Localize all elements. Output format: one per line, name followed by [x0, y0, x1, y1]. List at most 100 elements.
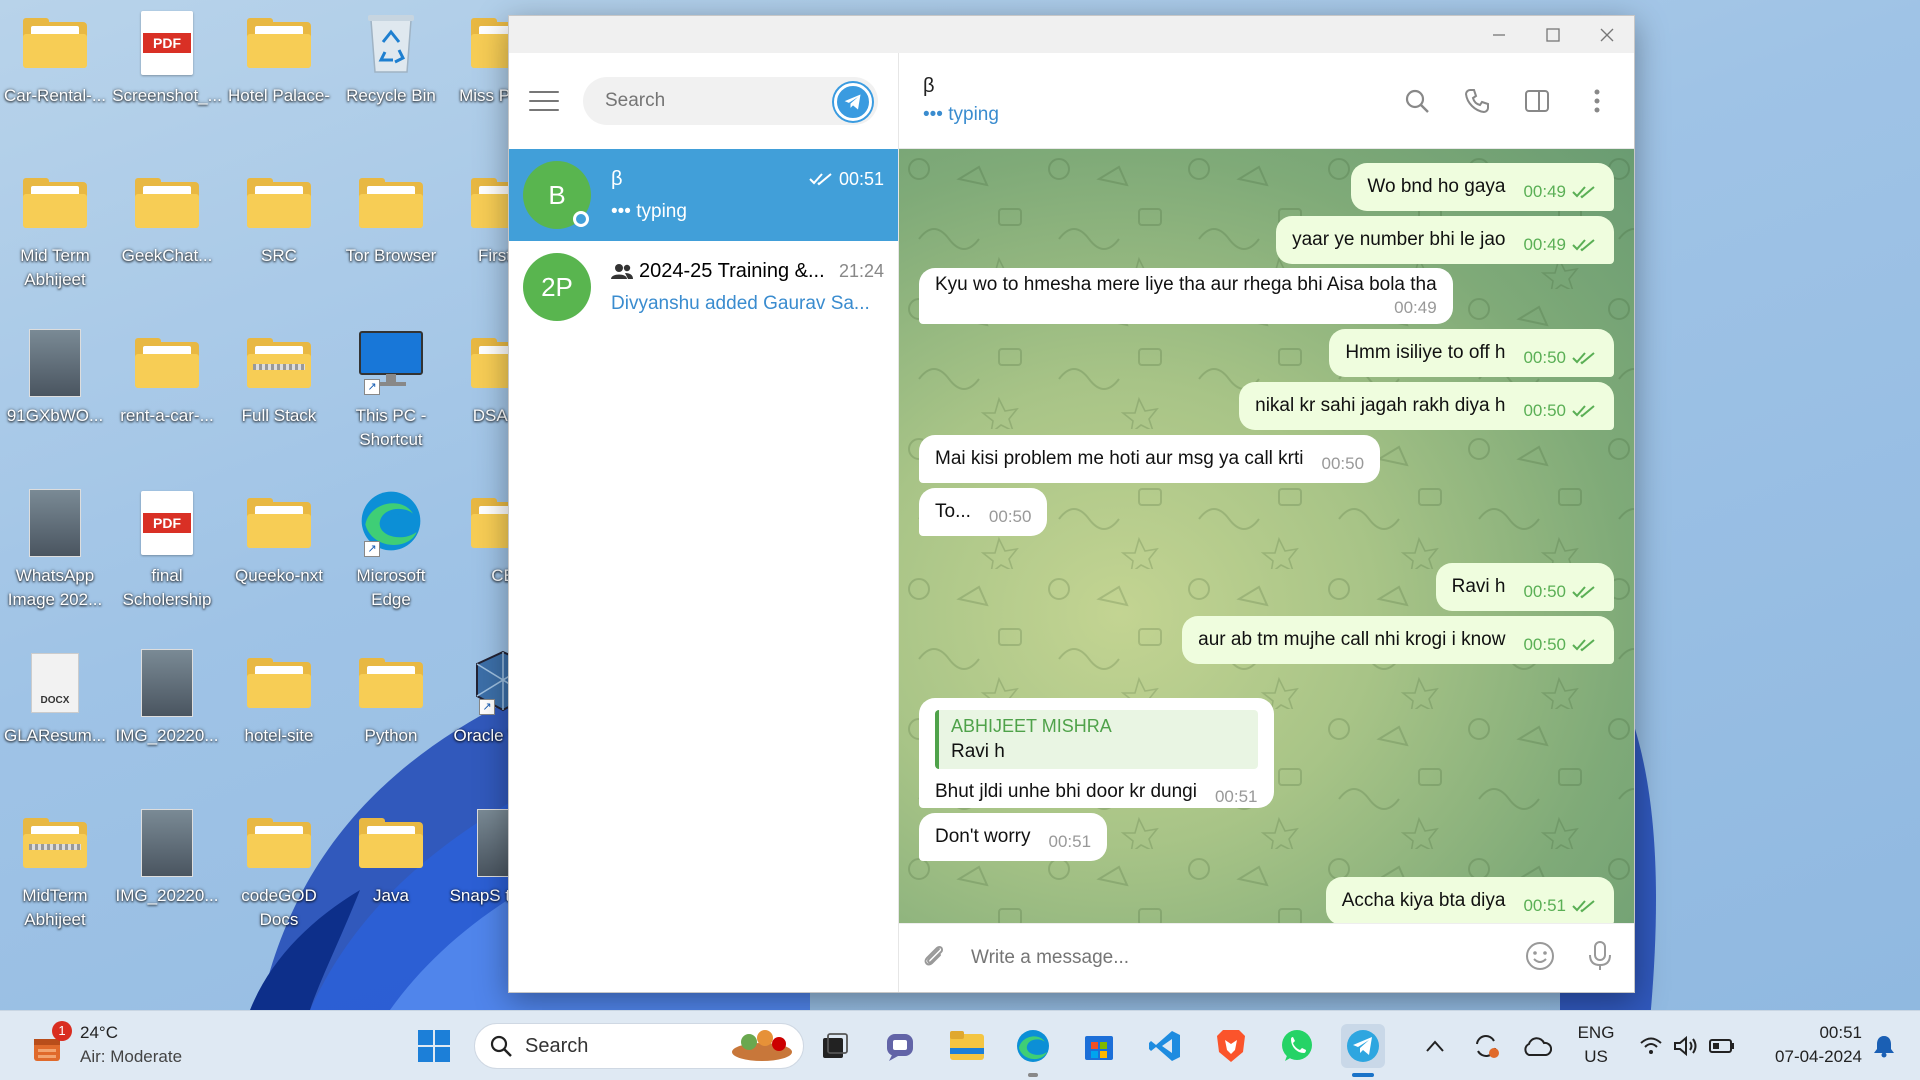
avatar-initials: 2P — [541, 271, 573, 302]
chat-header-info[interactable]: β ••• typing — [923, 75, 999, 126]
image-icon — [20, 488, 90, 558]
outgoing-message[interactable]: Wo bnd ho gaya 00:49 — [1351, 163, 1614, 211]
search-box[interactable] — [583, 77, 878, 125]
telegram-taskbar-button[interactable] — [1341, 1024, 1385, 1068]
show-hidden-icons-button[interactable] — [1420, 1024, 1450, 1068]
more-options-icon[interactable] — [1582, 86, 1612, 116]
close-button[interactable] — [1580, 16, 1634, 53]
image-icon — [132, 648, 202, 718]
phone-icon[interactable] — [1462, 86, 1492, 116]
message-composer — [899, 923, 1634, 992]
desktop-icon-recycle-bin[interactable]: Recycle Bin — [336, 8, 446, 108]
search-highlight-icon — [732, 1030, 792, 1061]
volume-icon — [1674, 1035, 1697, 1057]
desktop-icon-label: Microsoft Edge — [356, 566, 426, 609]
chat-icon — [887, 1034, 913, 1061]
taskbar-search[interactable]: Search — [474, 1023, 804, 1069]
incoming-message[interactable]: To... 00:50 — [919, 488, 1048, 536]
desktop-icon-91gxbwo[interactable]: 91GXbWO... — [0, 328, 110, 428]
desktop-icon-whatsapp-image-202[interactable]: WhatsApp Image 202... — [0, 488, 110, 612]
attach-icon[interactable] — [919, 941, 949, 976]
quick-settings-button[interactable] — [1632, 1024, 1742, 1068]
desktop-icon-geekchat[interactable]: GeekChat... — [112, 168, 222, 268]
desktop-icon-screenshot[interactable]: PDF Screenshot_... — [112, 8, 222, 108]
incoming-message[interactable]: Kyu wo to hmesha mere liye tha aur rhega… — [919, 268, 1453, 324]
file-explorer-button[interactable] — [945, 1024, 989, 1068]
folder-icon — [20, 168, 90, 238]
whatsapp-button[interactable] — [1275, 1024, 1319, 1068]
outgoing-message[interactable]: Hmm isiliye to off h 00:50 — [1329, 329, 1614, 377]
desktop-icon-tor-browser[interactable]: Tor Browser — [336, 168, 446, 268]
microphone-icon[interactable] — [1586, 940, 1614, 977]
chat-preview: Divyanshu added Gaurav Sa... — [611, 292, 870, 314]
desktop-icon-microsoft-edge[interactable]: ↗ Microsoft Edge — [336, 488, 446, 612]
outgoing-message[interactable]: aur ab tm mujhe call nhi krogi i know 00:… — [1182, 616, 1614, 664]
sidebar-toggle-icon[interactable] — [1522, 86, 1552, 116]
chat-header[interactable]: β ••• typing — [899, 53, 1634, 149]
incoming-message[interactable]: Don't worry 00:51 — [919, 813, 1108, 861]
desktop-icon-img-20220[interactable]: IMG_20220... — [112, 808, 222, 908]
search-icon — [490, 1035, 512, 1057]
desktop-icon-hotel-site[interactable]: hotel-site — [224, 648, 334, 748]
notifications-button[interactable] — [1868, 1024, 1900, 1068]
desktop-icon-java[interactable]: Java — [336, 808, 446, 908]
incoming-message[interactable]: ABHIJEET MISHRA Ravi h Bhut jldi unhe bhi … — [919, 698, 1274, 808]
outgoing-message[interactable]: Accha kiya bta diya 00:51 — [1325, 877, 1614, 923]
desktop-icon-full-stack[interactable]: Full Stack — [224, 328, 334, 428]
outgoing-message[interactable]: nikal kr sahi jagah rakh diya h 00:50 — [1239, 382, 1614, 430]
message-time: 00:50 — [1523, 401, 1566, 420]
message-input[interactable] — [971, 947, 1524, 969]
message-text: yaar ye number bhi le jao — [1292, 229, 1506, 250]
sync-tray-button[interactable] — [1469, 1024, 1503, 1068]
maximize-button[interactable] — [1526, 16, 1580, 53]
message-text: Ravi h — [1451, 576, 1506, 597]
desktop-icon-hotel-palace[interactable]: Hotel Palace- — [224, 8, 334, 108]
title-bar[interactable] — [509, 16, 1634, 53]
avatar-initials: B — [548, 179, 566, 210]
brave-button[interactable] — [1209, 1024, 1253, 1068]
reply-quote[interactable]: ABHIJEET MISHRA Ravi h — [935, 710, 1258, 769]
emoji-icon[interactable] — [1524, 940, 1556, 977]
search-input[interactable] — [605, 90, 825, 112]
teams-chat-button[interactable] — [879, 1024, 923, 1068]
desktop-icon-midterm-abhijeet[interactable]: MidTerm Abhijeet — [0, 808, 110, 932]
double-check-icon — [1572, 239, 1595, 252]
double-check-icon — [1572, 639, 1595, 652]
taskbar-search-label: Search — [525, 1034, 589, 1057]
chat-list-item[interactable]: Bβ 00:51 ••• typing — [509, 149, 898, 241]
weather-widget[interactable]: 1 24°C Air: Moderate — [28, 1021, 182, 1069]
language-line2: US — [1584, 1047, 1608, 1066]
desktop-icon-src[interactable]: SRC — [224, 168, 334, 268]
chat-list-item[interactable]: 2P 2024-25 Training &... 21:24 Divyanshu ad… — [509, 241, 898, 333]
start-button[interactable] — [412, 1024, 456, 1068]
message-text: Wo bnd ho gaya — [1367, 176, 1506, 197]
weather-icon: 1 — [28, 1021, 72, 1065]
taskbar: 1 24°C Air: Moderate Search ENG US 00:51… — [0, 1010, 1920, 1080]
desktop-icon-queeko-nxt[interactable]: Queeko-nxt — [224, 488, 334, 588]
language-indicator[interactable]: ENG US — [1572, 1021, 1620, 1069]
edge-button[interactable] — [1011, 1024, 1055, 1068]
minimize-button[interactable] — [1472, 16, 1526, 53]
onedrive-tray-button[interactable] — [1520, 1024, 1554, 1068]
desktop-icon-codegod-docs[interactable]: codeGOD Docs — [224, 808, 334, 932]
outgoing-message[interactable]: yaar ye number bhi le jao 00:49 — [1276, 216, 1614, 264]
incoming-message[interactable]: Mai kisi problem me hoti aur msg ya call… — [919, 435, 1381, 483]
folder-icon — [244, 8, 314, 78]
desktop-icon-glaresum[interactable]: DOCX GLAResum... — [0, 648, 110, 748]
desktop-icon-img-20220[interactable]: IMG_20220... — [112, 648, 222, 748]
desktop-icon-mid-term-abhijeet[interactable]: Mid Term Abhijeet — [0, 168, 110, 292]
message-area[interactable]: Wo bnd ho gaya 00:49 yaar ye number bhi le… — [899, 149, 1634, 923]
clock[interactable]: 00:51 07-04-2024 — [1752, 1021, 1862, 1069]
desktop-icon-rent-a-car[interactable]: rent-a-car-... — [112, 328, 222, 428]
search-icon[interactable] — [1402, 86, 1432, 116]
vscode-button[interactable] — [1143, 1024, 1187, 1068]
menu-icon[interactable] — [529, 91, 559, 111]
store-button[interactable] — [1077, 1024, 1121, 1068]
desktop-icon-final-scholership[interactable]: PDF final Scholership — [112, 488, 222, 612]
desktop-icon-this-pc-shortcut[interactable]: ↗ This PC - Shortcut — [336, 328, 446, 452]
folder-icon — [244, 648, 314, 718]
task-view-button[interactable] — [813, 1024, 857, 1068]
desktop-icon-car-rental[interactable]: Car-Rental-... — [0, 8, 110, 108]
desktop-icon-python[interactable]: Python — [336, 648, 446, 748]
outgoing-message[interactable]: Ravi h 00:50 — [1435, 563, 1614, 611]
